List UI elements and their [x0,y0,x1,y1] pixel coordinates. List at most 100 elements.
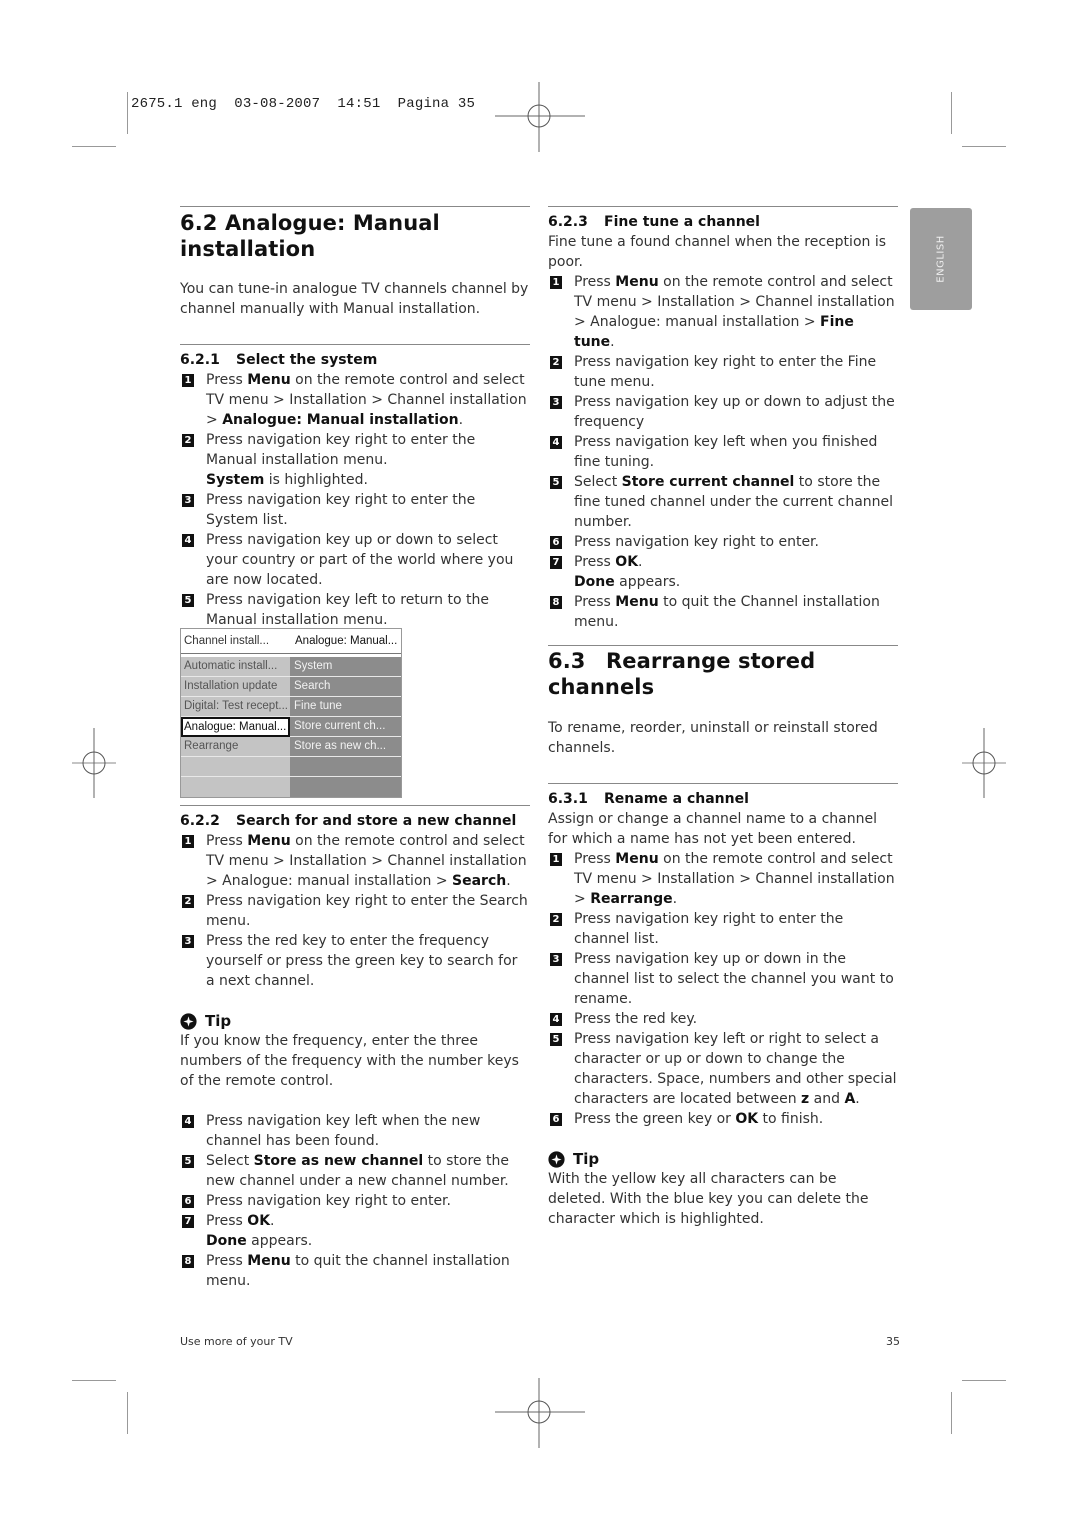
step-number: 4 [182,1115,194,1128]
step-number: 6 [182,1195,194,1208]
subsection-title: Rename a channel [604,791,749,807]
step-bold: Menu [247,833,291,849]
subsection-number: 6.2.2 [180,813,220,829]
subsection-6-2-3-intro: Fine tune a found channel when the recep… [548,234,887,270]
crop-mark [951,92,952,134]
step: 4 Press navigation key left when you fin… [548,432,898,472]
section-rule [180,206,530,207]
step-text: Press the red key. [574,1011,698,1027]
menu-subitem-empty [290,757,401,777]
step-text: Press [206,1253,248,1269]
page-number: 35 [886,1335,900,1348]
step: 3 Press navigation key up or down in the… [548,949,898,1009]
subsection-rule [180,344,530,345]
step-text: Select [206,1153,254,1169]
tip-plus-icon [548,1150,565,1168]
subsection-rule [180,805,530,806]
subsection-title: Fine tune a channel [604,214,760,230]
steps-6-2-2-a: 1 Press Menu on the remote control and s… [180,831,530,991]
menu-subitem[interactable]: Fine tune [290,697,401,717]
step: 2 Press navigation key right to enter th… [180,891,530,931]
step: 5 Press navigation key left to return to… [180,590,530,630]
registration-mark-icon [495,82,585,152]
crop-mark [72,1380,116,1381]
subsection-title: Search for and store a new channel [236,813,517,829]
print-slug: 2675.1 eng 03-08-2007 14:51 Pagina 35 [131,96,476,112]
step-number: 2 [182,895,194,908]
step-number: 2 [550,356,562,369]
subsection-6-3-1-heading: 6.3.1 Rename a channel [548,789,898,809]
step-bold: Store as new channel [253,1153,424,1169]
tip-heading: Tip [548,1149,898,1169]
step-text: Press [206,833,248,849]
step-bold: Menu [615,274,659,290]
menu-item-selected[interactable]: Analogue: Manual... [181,717,290,737]
step-bold: Rearrange [590,891,673,907]
menu-subitem[interactable]: Store current ch... [290,717,401,737]
step: 2 Press navigation key right to enter th… [180,430,530,490]
menu-item[interactable]: Installation update [181,677,290,697]
menu-item[interactable]: Rearrange [181,737,290,757]
step-text: Press navigation key right to enter the … [574,354,877,390]
step-text: Press [574,594,616,610]
step: 1 Press Menu on the remote control and s… [548,272,898,352]
tip-plus-icon [180,1012,197,1030]
crop-mark [72,146,116,147]
step: 1 Press Menu on the remote control and s… [180,370,530,430]
section-rule [548,645,898,646]
section-6-2-intro: You can tune-in analogue TV channels cha… [180,281,529,317]
menu-item[interactable]: Automatic install... [181,657,290,677]
step: 8 Press Menu to quit the channel install… [180,1251,530,1291]
step-number: 5 [550,476,562,489]
step: 4 Press the red key. [548,1009,898,1029]
crop-mark [127,1392,128,1434]
menu-body: Automatic install... Installation update… [181,657,401,797]
step-bold: Store current channel [621,474,795,490]
step-text: Press [574,274,616,290]
step-text: Press the red key to enter the frequency… [206,933,518,989]
step: 1 Press Menu on the remote control and s… [548,849,898,909]
step: 1 Press Menu on the remote control and s… [180,831,530,891]
step: 7 Press OK. Done appears. [548,552,898,592]
step-number: 4 [550,436,562,449]
tip-text: With the yellow key all characters can b… [548,1171,869,1227]
subsection-6-2-1-heading: 6.2.1 Select the system [180,350,530,370]
tv-menu-screenshot: Channel install... Analogue: Manual... A… [180,628,402,798]
step: 3 Press navigation key right to enter th… [180,490,530,530]
tip-label: Tip [573,1150,600,1168]
step-text: Press [206,1213,248,1229]
step-text: . [672,891,678,907]
menu-item-empty [181,757,290,777]
section-6-3-heading: 6.3 Rearrange stored channels [548,648,898,700]
section-6-3-intro: To rename, reorder, uninstall or reinsta… [548,720,878,756]
step-number: 8 [182,1255,194,1268]
step: 7 Press OK. Done appears. [180,1211,530,1251]
menu-subitem[interactable]: Search [290,677,401,697]
step-number: 3 [182,494,194,507]
subsection-number: 6.2.1 [180,352,220,368]
step-number: 3 [550,396,562,409]
menu-item-empty [181,777,290,796]
registration-mark-icon [495,1378,585,1448]
menu-subitem[interactable]: System [290,657,401,677]
tip-heading: Tip [180,1011,530,1031]
menu-item[interactable]: Digital: Test recept... [181,697,290,717]
step-number: 3 [550,953,562,966]
step-number: 5 [182,594,194,607]
step-text: Press navigation key right to enter the … [206,432,476,468]
menu-header: Channel install... Analogue: Manual... [181,629,401,654]
menu-right-list: System Search Fine tune Store current ch… [290,657,401,797]
step-number: 5 [182,1155,194,1168]
step-text: and [809,1091,845,1107]
subsection-number: 6.2.3 [548,214,588,230]
step: 5 Press navigation key left or right to … [548,1029,898,1109]
step-number: 6 [550,536,562,549]
menu-subitem[interactable]: Store as new ch... [290,737,401,757]
step: 6 Press navigation key right to enter. [180,1191,530,1211]
left-column-lower: 6.2.2 Search for and store a new channel … [180,805,530,1291]
step-text: . [458,412,464,428]
step-bold: System [206,472,265,488]
left-column: 6.2 Analogue: Manual installation You ca… [180,206,530,630]
right-column-lower: 6.3 Rearrange stored channels To rename, … [548,645,898,1229]
step-text: . [610,334,615,350]
